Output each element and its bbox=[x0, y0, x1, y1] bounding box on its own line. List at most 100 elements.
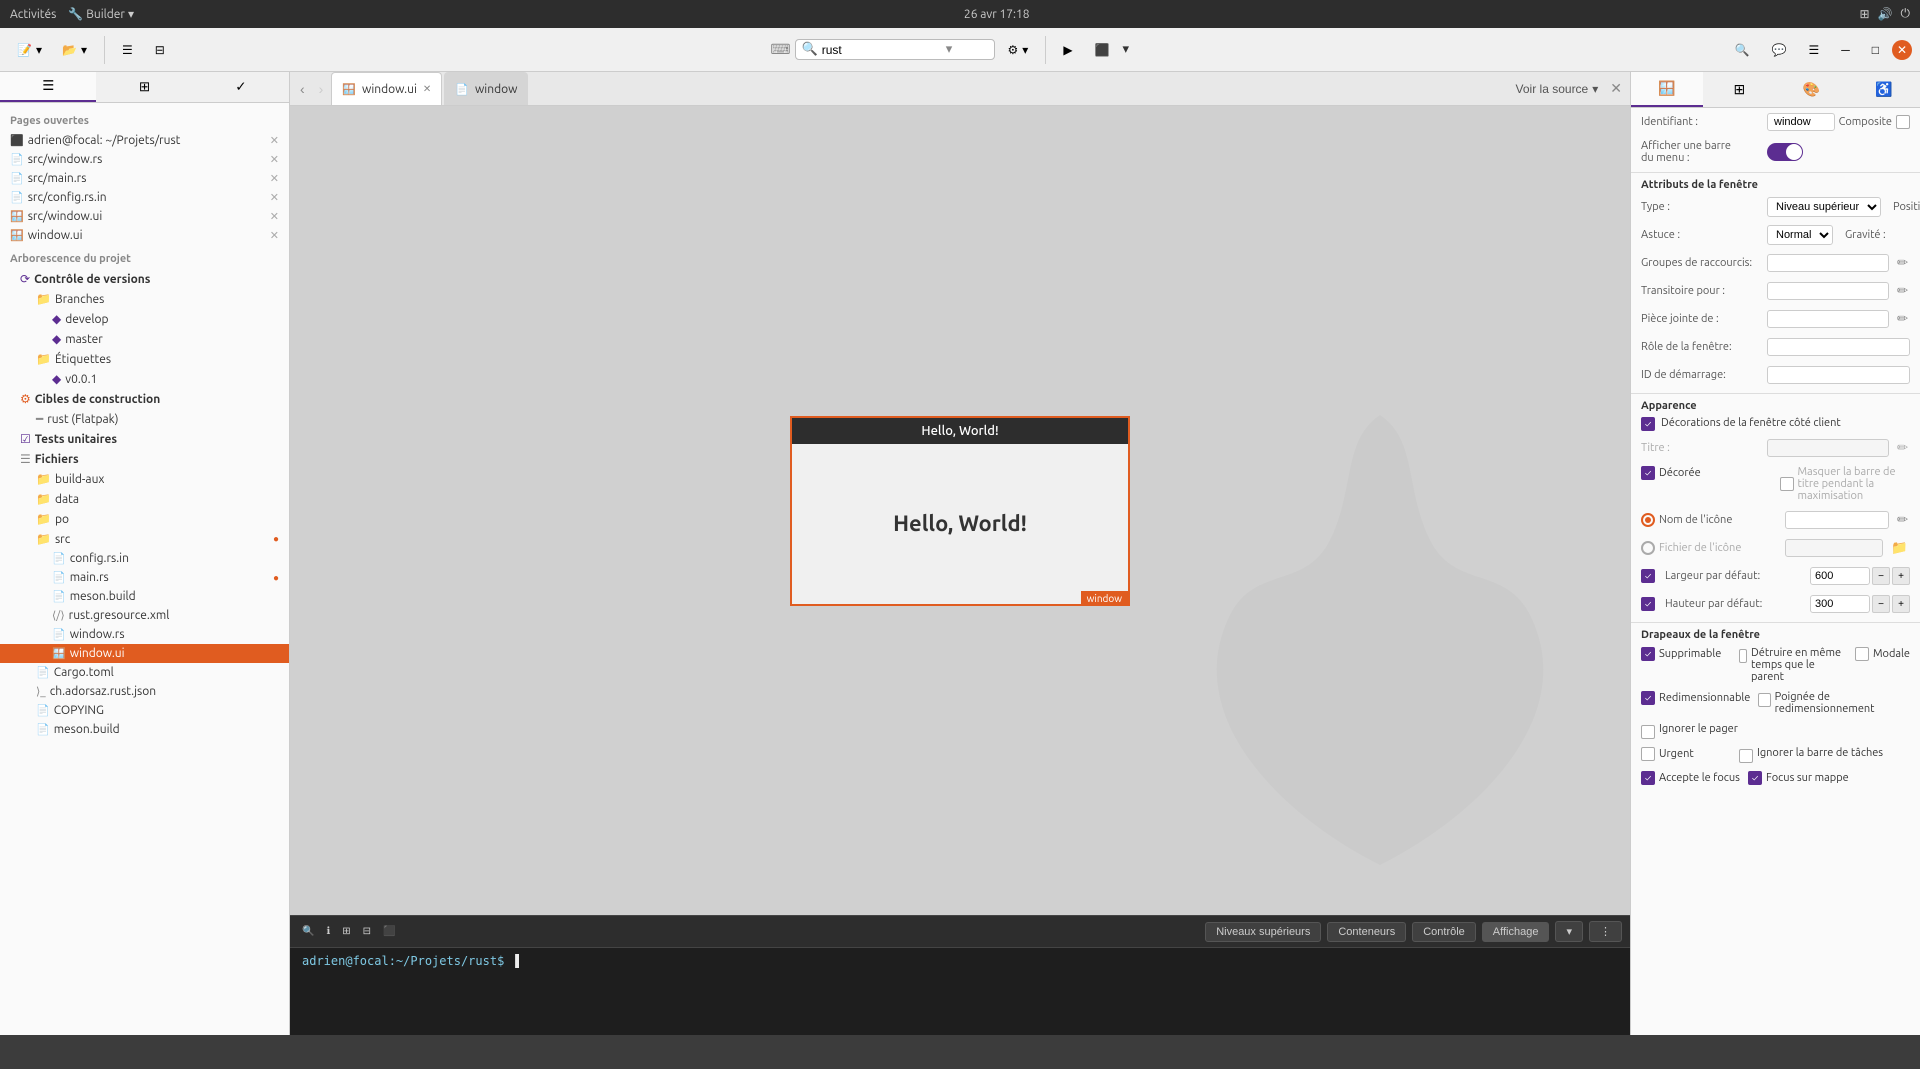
stop-button[interactable]: ⬛ bbox=[1086, 38, 1119, 62]
ignorer-pager-checkbox[interactable] bbox=[1641, 725, 1655, 739]
detruire-checkbox[interactable] bbox=[1739, 649, 1747, 663]
tree-main-rs[interactable]: 📄 main.rs ● bbox=[0, 568, 289, 587]
tree-copying[interactable]: 📄 COPYING bbox=[0, 701, 289, 720]
widget-btn-affichage[interactable]: Affichage bbox=[1482, 922, 1550, 942]
tree-build-aux[interactable]: 📁 build-aux bbox=[0, 469, 289, 489]
close-icon-terminal[interactable]: ✕ bbox=[270, 134, 279, 147]
poignee-checkbox[interactable] bbox=[1758, 693, 1770, 707]
tree-meson-build-root[interactable]: 📄 meson.build bbox=[0, 720, 289, 739]
decoree-checkbox[interactable]: ✓ bbox=[1641, 466, 1655, 480]
identifiant-input[interactable] bbox=[1767, 113, 1835, 131]
type-select[interactable]: Niveau supérieur bbox=[1767, 197, 1881, 217]
masquer-checkbox[interactable] bbox=[1780, 477, 1794, 491]
new-button[interactable]: 📝▾ bbox=[8, 38, 51, 62]
hauteur-checkbox[interactable]: ✓ bbox=[1641, 597, 1655, 611]
builder-menu[interactable]: 🔧 Builder ▾ bbox=[68, 7, 134, 21]
search-dropdown-icon[interactable]: ▾ bbox=[946, 42, 953, 57]
focus-mappe-checkbox[interactable]: ✓ bbox=[1748, 771, 1762, 785]
largeur-checkbox[interactable]: ✓ bbox=[1641, 569, 1655, 583]
close-editor-button[interactable]: ✕ bbox=[1606, 76, 1626, 101]
search-bar[interactable]: 🔍 ▾ bbox=[795, 39, 995, 60]
hauteur-increase-btn[interactable]: + bbox=[1892, 595, 1910, 613]
widget-btn-niveaux[interactable]: Niveaux supérieurs bbox=[1205, 922, 1321, 942]
minimize-button[interactable]: ─ bbox=[1832, 38, 1859, 62]
composite-checkbox[interactable] bbox=[1896, 115, 1910, 129]
open-button[interactable]: 📂▾ bbox=[53, 38, 96, 62]
tree-cargo-toml[interactable]: 📄 Cargo.toml bbox=[0, 663, 289, 682]
largeur-decrease-btn[interactable]: − bbox=[1872, 567, 1890, 585]
view-source-button[interactable]: Voir la source ▾ bbox=[1508, 78, 1607, 100]
tree-window-ui[interactable]: 🪟 window.ui bbox=[0, 644, 289, 663]
piece-edit-btn[interactable]: ✏ bbox=[1895, 311, 1910, 327]
tree-window-rs[interactable]: 📄 window.rs bbox=[0, 625, 289, 644]
chat-button[interactable]: 💬 bbox=[1763, 38, 1796, 62]
supprimable-checkbox[interactable]: ✓ bbox=[1641, 647, 1655, 661]
widget-btn-controle[interactable]: Contrôle bbox=[1412, 922, 1476, 942]
widget-btn-menu[interactable]: ⋮ bbox=[1589, 921, 1622, 942]
tree-unit-tests[interactable]: ☑ Tests unitaires bbox=[0, 429, 289, 449]
terminal-side-grid[interactable]: ⊟ bbox=[359, 922, 375, 941]
terminal-side-layers[interactable]: ⊞ bbox=[338, 922, 354, 941]
fichier-icone-radio[interactable] bbox=[1641, 541, 1655, 555]
close-button[interactable]: ✕ bbox=[1892, 40, 1912, 60]
run-config-button[interactable]: ⚙▾ bbox=[999, 38, 1038, 62]
tab-window-ui[interactable]: 🪟 window.ui ✕ bbox=[331, 72, 442, 105]
search-input[interactable] bbox=[822, 43, 942, 57]
decorations-checkbox[interactable]: ✓ bbox=[1641, 417, 1655, 431]
tree-meson-build-src[interactable]: 📄 meson.build bbox=[0, 587, 289, 606]
search-global-button[interactable]: 🔍 bbox=[1726, 38, 1759, 62]
close-icon-5[interactable]: ✕ bbox=[270, 229, 279, 242]
menu-toggle[interactable] bbox=[1767, 143, 1803, 161]
tree-files[interactable]: ☰ Fichiers bbox=[0, 449, 289, 469]
tree-rust-flatpak[interactable]: ━ rust (Flatpak) bbox=[0, 409, 289, 429]
activities-label[interactable]: Activités bbox=[10, 8, 56, 21]
right-tab-accessibility[interactable]: ♿ bbox=[1848, 72, 1920, 107]
tree-build-targets[interactable]: ⚙ Cibles de construction bbox=[0, 389, 289, 409]
forward-button[interactable]: › bbox=[313, 72, 330, 105]
terminal-side-info[interactable]: ℹ bbox=[322, 922, 334, 941]
tree-data[interactable]: 📁 data bbox=[0, 489, 289, 509]
nom-icone-radio[interactable] bbox=[1641, 513, 1655, 527]
open-file-window-ui[interactable]: 🪟 src/window.ui ✕ bbox=[0, 207, 289, 226]
close-icon-3[interactable]: ✕ bbox=[270, 191, 279, 204]
tree-master[interactable]: ◆ master bbox=[0, 329, 289, 349]
tab-window[interactable]: 📄 window bbox=[444, 72, 528, 105]
transitoire-edit-btn[interactable]: ✏ bbox=[1895, 283, 1910, 299]
tab-close-window-ui[interactable]: ✕ bbox=[423, 83, 431, 95]
tree-src[interactable]: 📁 src ● bbox=[0, 529, 289, 549]
toggle-track[interactable] bbox=[1767, 143, 1803, 161]
tree-json[interactable]: ⟩_ ch.adorsaz.rust.json bbox=[0, 682, 289, 701]
tree-gresource[interactable]: ⟨/⟩ rust.gresource.xml bbox=[0, 606, 289, 625]
close-icon-2[interactable]: ✕ bbox=[270, 172, 279, 185]
back-button[interactable]: ‹ bbox=[294, 72, 311, 105]
largeur-input[interactable] bbox=[1810, 567, 1870, 585]
tree-vcs[interactable]: ⟳ Contrôle de versions bbox=[0, 269, 289, 289]
open-file-main-rs[interactable]: 📄 src/main.rs ✕ bbox=[0, 169, 289, 188]
groupes-edit-btn[interactable]: ✏ bbox=[1895, 255, 1910, 271]
sidebar-tab-tree[interactable]: ⊞ bbox=[96, 72, 192, 102]
id-demarrage-input[interactable] bbox=[1767, 366, 1910, 384]
modal-checkbox[interactable] bbox=[1855, 647, 1869, 661]
run-button[interactable]: ▶ bbox=[1054, 38, 1081, 62]
transitoire-input[interactable] bbox=[1767, 282, 1889, 300]
open-file-window-ui-2[interactable]: 🪟 window.ui ✕ bbox=[0, 226, 289, 245]
role-input[interactable] bbox=[1767, 338, 1910, 356]
close-icon-4[interactable]: ✕ bbox=[270, 210, 279, 223]
hauteur-decrease-btn[interactable]: − bbox=[1872, 595, 1890, 613]
tree-develop[interactable]: ◆ develop bbox=[0, 309, 289, 329]
ignorer-barre-checkbox[interactable] bbox=[1739, 749, 1753, 763]
terminal-side-search[interactable]: 🔍 bbox=[298, 922, 318, 941]
terminal-side-alert[interactable]: ⬛ bbox=[379, 922, 399, 941]
menu-button[interactable]: ☰ bbox=[1799, 38, 1828, 62]
sidebar-toggle-button[interactable]: ☰ bbox=[113, 38, 142, 62]
open-file-window-rs[interactable]: 📄 src/window.rs ✕ bbox=[0, 150, 289, 169]
widget-btn-more[interactable]: ▾ bbox=[1555, 921, 1583, 942]
nom-icone-input[interactable] bbox=[1785, 511, 1889, 529]
astuce-select[interactable]: Normal bbox=[1767, 225, 1833, 245]
open-file-terminal[interactable]: ⬛ adrien@focal: ~/Projets/rust ✕ bbox=[0, 131, 289, 150]
sidebar-tab-check[interactable]: ✓ bbox=[193, 72, 289, 102]
tree-po[interactable]: 📁 po bbox=[0, 509, 289, 529]
right-tab-window[interactable]: 🪟 bbox=[1631, 72, 1703, 107]
hauteur-input[interactable] bbox=[1810, 595, 1870, 613]
piece-input[interactable] bbox=[1767, 310, 1889, 328]
